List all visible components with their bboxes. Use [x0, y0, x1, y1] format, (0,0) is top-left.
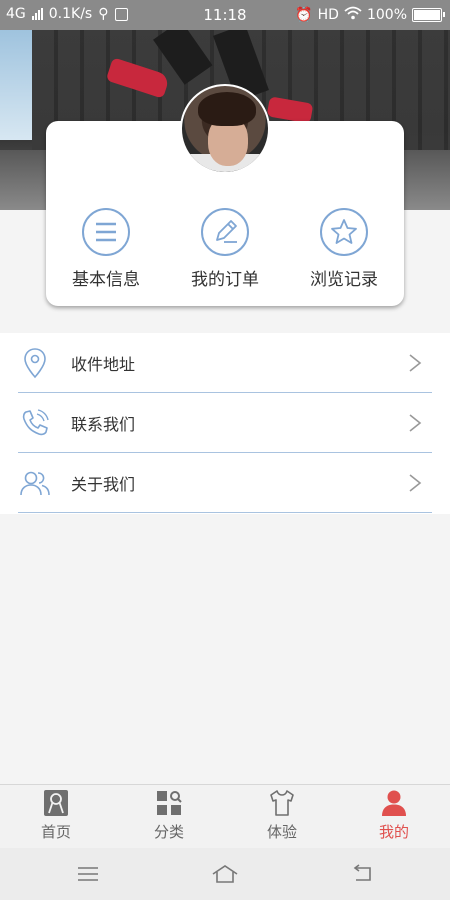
menu-item-shipping-address[interactable]: 收件地址	[18, 333, 432, 393]
settings-menu: 收件地址 联系我们 关于我们	[0, 333, 450, 514]
home-icon[interactable]	[211, 862, 239, 886]
person-icon	[382, 790, 406, 816]
menu-item-label: 联系我们	[71, 415, 136, 434]
chevron-right-icon	[409, 354, 422, 372]
hd-badge: HD	[317, 7, 339, 23]
battery-percent: 100%	[366, 7, 407, 23]
quick-action-label: 浏览记录	[310, 270, 378, 290]
tab-label: 体验	[266, 823, 297, 841]
tab-experience[interactable]: 体验	[226, 789, 338, 842]
quick-action-label: 我的订单	[191, 270, 259, 290]
bottom-tab-bar: 首页 分类 体验 我的	[0, 784, 450, 848]
menu-item-about-us[interactable]: 关于我们	[18, 453, 432, 513]
tab-category[interactable]: 分类	[113, 789, 225, 842]
quick-action-basic-info[interactable]: 基本信息	[46, 207, 166, 290]
list-icon	[82, 208, 130, 256]
wifi-icon	[344, 6, 362, 24]
quick-action-label: 基本信息	[72, 270, 140, 290]
category-icon	[157, 791, 182, 815]
pencil-icon	[201, 208, 249, 256]
star-icon	[320, 208, 368, 256]
tab-mine[interactable]: 我的	[338, 789, 450, 842]
avatar[interactable]	[180, 84, 270, 174]
tab-label: 首页	[40, 823, 71, 841]
quick-action-my-orders[interactable]: 我的订单	[165, 207, 285, 290]
quick-action-browse-history[interactable]: 浏览记录	[284, 207, 404, 290]
chevron-right-icon	[409, 414, 422, 432]
menu-item-label: 收件地址	[71, 355, 136, 374]
status-bar: 4G 0.1K/s ⚲ 11:18 ⏰ HD 100%	[0, 0, 450, 30]
menu-icon[interactable]	[74, 862, 102, 886]
tab-label: 我的	[378, 823, 409, 841]
tab-home[interactable]: 首页	[0, 789, 112, 842]
phone-icon	[22, 409, 49, 436]
alarm-icon: ⏰	[295, 7, 313, 23]
battery-icon	[412, 8, 445, 22]
tab-label: 分类	[153, 823, 184, 841]
location-pin-icon	[24, 348, 46, 379]
tshirt-icon	[270, 790, 294, 816]
back-icon[interactable]	[348, 862, 376, 886]
users-icon	[20, 471, 50, 496]
menu-item-contact-us[interactable]: 联系我们	[18, 393, 432, 453]
system-navigation-bar	[0, 848, 450, 900]
status-right: ⏰ HD 100%	[295, 6, 445, 24]
menu-item-label: 关于我们	[71, 475, 136, 494]
chevron-right-icon	[409, 474, 422, 492]
home-ribbon-icon	[44, 790, 68, 816]
